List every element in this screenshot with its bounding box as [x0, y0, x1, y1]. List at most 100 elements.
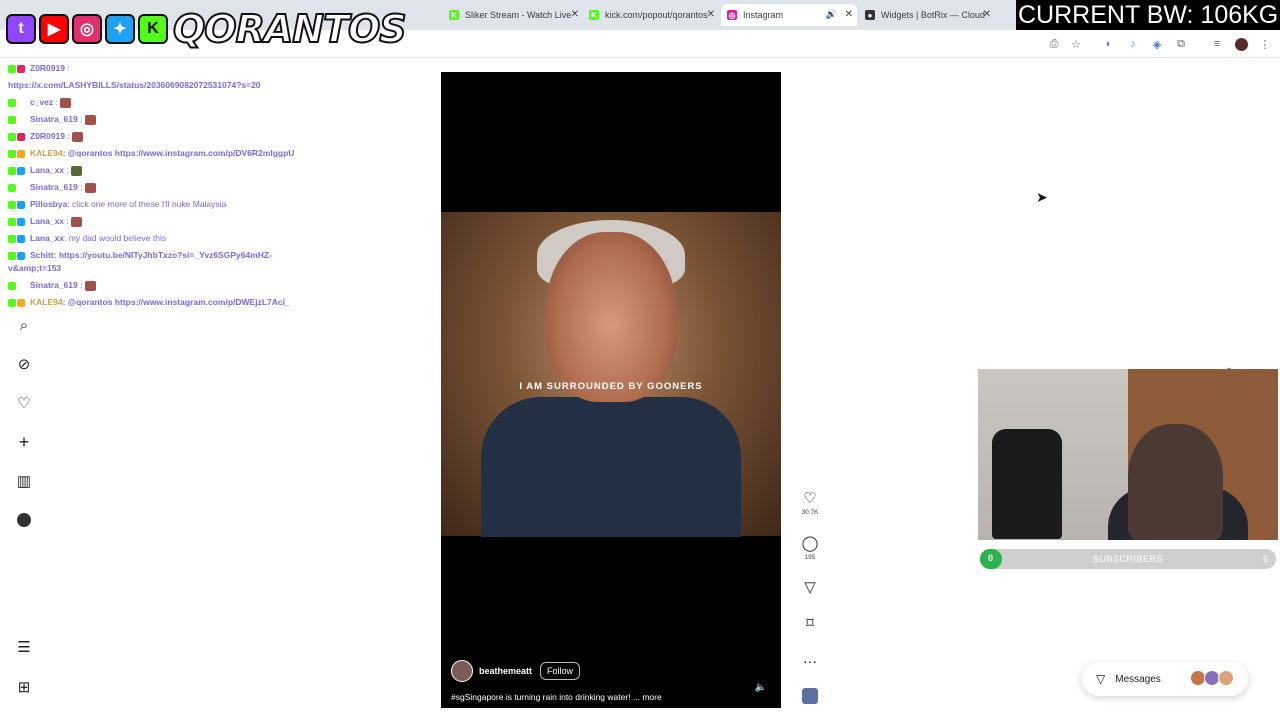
chat-message: Sinatra_619 : [8, 179, 338, 196]
comment-button[interactable]: ◯ 195 [800, 534, 820, 561]
tab-label: kick.com/popout/qorantos [605, 10, 708, 20]
tab-label: Instagram [743, 10, 784, 20]
avatar[interactable] [1234, 37, 1248, 51]
bookmark-star-icon[interactable]: ☆ [1069, 37, 1083, 51]
close-icon[interactable]: ✕ [845, 9, 853, 20]
twitch-icon: t [6, 14, 36, 44]
send-icon: ▽ [1096, 672, 1106, 686]
chat-emote [84, 280, 96, 291]
webcam-feed [978, 369, 1278, 540]
share-button[interactable]: ▽ [800, 578, 820, 596]
follow-button[interactable]: Follow [540, 662, 581, 680]
chat-text: : click one more of these I'll nuke Mala… [67, 199, 227, 209]
subscriber-goal: 5 [1262, 554, 1268, 564]
subscriber-goal-bar: 0 SUBSCRIBERS 5 [980, 549, 1276, 569]
extensions-puzzle-icon[interactable]: ⧉ [1174, 37, 1188, 51]
extension-icon[interactable]: ♪ [1126, 37, 1140, 51]
extension-icon[interactable]: ◐ [1102, 37, 1116, 51]
chat-emote [71, 165, 83, 176]
author-name[interactable]: beathemeatt [479, 666, 532, 676]
compass-icon[interactable]: ⊘ [14, 354, 34, 374]
chat-username: Lana_xx [30, 233, 65, 243]
author-avatar[interactable] [451, 660, 473, 682]
chat-message: https://x.com/LASHYBILLS/status/20360690… [8, 77, 338, 94]
chat-text: https://x.com/LASHYBILLS/status/20360690… [8, 80, 261, 90]
tab-widgets-botrix[interactable]: ● Widgets | BotRix — Cloud ✕ [859, 4, 995, 26]
reel-description[interactable]: #sgSingapore is turning rain into drinki… [451, 692, 771, 702]
tab-label: Sliker Stream - Watch Live [465, 10, 572, 20]
chat-text: : [66, 216, 69, 226]
chat-message: KALE94: @qorantos https://www.instagram.… [8, 145, 338, 162]
chat-message: Lana_xx : [8, 162, 338, 179]
chat-emote [84, 114, 96, 125]
create-icon[interactable]: + [14, 432, 34, 452]
chat-username: Pillosbya [30, 199, 68, 209]
reel-footer: beathemeatt Follow #sgSingapore is turnin… [451, 660, 771, 702]
chat-username: Lana_xx [30, 216, 65, 226]
more-options-button[interactable]: … [800, 650, 820, 667]
save-button[interactable]: ⌑ [800, 614, 820, 632]
chat-text: : [67, 131, 70, 141]
chat-text: : [66, 165, 69, 175]
more-menu-icon[interactable]: ⋮ [1258, 37, 1272, 51]
profile-icon[interactable] [14, 510, 34, 530]
audio-thumbnail[interactable] [800, 688, 820, 704]
chat-message: c_vez : [8, 94, 338, 111]
chat-username: Lana_xx [30, 165, 65, 175]
instagram-icon: ◎ [72, 14, 102, 44]
stream-logo-bar: t ▶ ◎ ✦ K QORANTOS [6, 4, 408, 54]
tab-kick-popout[interactable]: K kick.com/popout/qorantos ✕ [583, 4, 719, 26]
tab-instagram[interactable]: ◎ Instagram 🔊 ✕ [721, 4, 857, 26]
kick-icon: K [449, 10, 459, 20]
reel-figure-face [546, 232, 676, 402]
chat-username: KALE94 [30, 148, 63, 158]
more-menu-icon[interactable]: ☰ [14, 637, 34, 657]
chat-message: Z0R0919 : [8, 128, 338, 145]
extension-icon[interactable]: ◈ [1150, 37, 1164, 51]
reel-figure-body [481, 397, 741, 537]
chat-username: Z0R0919 [30, 63, 65, 73]
ellipsis-icon: … [802, 650, 818, 667]
media-controls-icon[interactable]: ≡ [1210, 37, 1224, 51]
heart-icon[interactable]: ♡ [14, 393, 34, 413]
search-icon[interactable]: ⌕ [14, 315, 34, 335]
apps-grid-icon[interactable]: ⊞ [14, 677, 34, 697]
chat-message: Schitt: https://youtu.be/NITyJhbTxzo?si=… [8, 247, 308, 277]
chat-emote [71, 216, 83, 227]
dashboard-icon[interactable]: ▥ [14, 471, 34, 491]
bookmark-icon: ⌑ [806, 615, 814, 632]
tab-sliker-stream[interactable]: K Sliker Stream - Watch Live ✕ [443, 4, 583, 26]
chat-message: KALE94: @qorantos https://www.instagram.… [8, 294, 338, 311]
chat-username: Sinatra_619 [30, 114, 78, 124]
messages-button[interactable]: ▽ Messages [1082, 662, 1248, 696]
reel-frame [441, 212, 781, 537]
subscriber-label: SUBSCRIBERS [1092, 554, 1164, 564]
chat-message: Sinatra_619 : [8, 277, 338, 294]
chat-message: Pillosbya: click one more of these I'll … [8, 196, 338, 213]
cam-person [1128, 424, 1223, 540]
chat-text: : my dad would believe this [64, 233, 167, 243]
chat-username: KALE94 [30, 297, 63, 307]
cam-chair [992, 429, 1062, 539]
install-app-icon[interactable]: ⎙ [1047, 37, 1061, 51]
twitter-icon: ✦ [105, 14, 135, 44]
speaker-icon[interactable]: 🔈 [755, 682, 767, 693]
speaker-icon[interactable]: 🔊 [826, 9, 837, 20]
chat-emote [72, 131, 84, 142]
tab-label: Widgets | BotRix — Cloud [881, 10, 985, 20]
like-button[interactable]: ♡ 30.7K [800, 489, 820, 516]
chat-message: Lana_xx : [8, 213, 338, 230]
close-icon[interactable]: ✕ [707, 9, 715, 20]
reel-video[interactable]: I AM SURROUNDED BY GOONERS beathemeatt Fo… [441, 72, 781, 708]
mouse-cursor-icon: ➤ [1036, 189, 1048, 205]
instagram-icon: ◎ [727, 10, 737, 20]
chat-text: : [67, 63, 70, 73]
close-icon[interactable]: ✕ [571, 9, 579, 20]
streamer-brand: QORANTOS [172, 6, 408, 52]
chat-text: : @qorantos https://www.instagram.com/p/… [62, 148, 295, 158]
chat-emote [84, 182, 96, 193]
kick-icon: K [138, 14, 168, 44]
close-icon[interactable]: ✕ [983, 9, 991, 20]
chevron-up-icon[interactable]: ︿ [1223, 358, 1235, 375]
avatar [1218, 670, 1234, 686]
